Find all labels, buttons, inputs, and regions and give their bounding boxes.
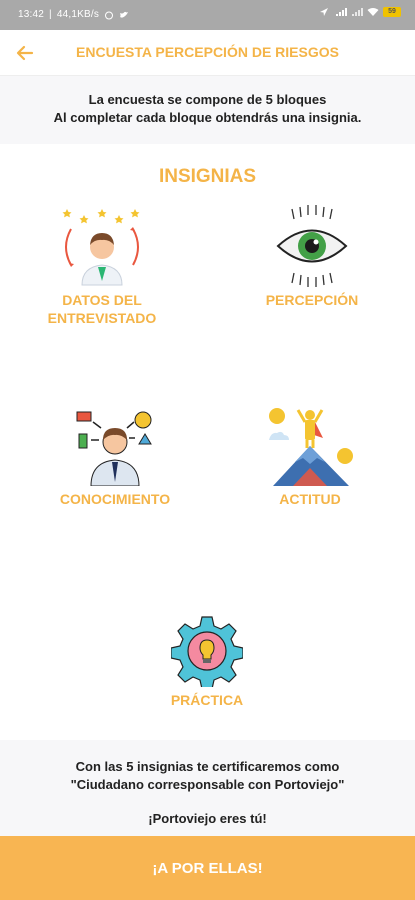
badge-percepcion[interactable]: PERCEPCIÓN [237, 205, 387, 309]
badge-label-2: ENTREVISTADO [47, 310, 157, 326]
interviewee-person-icon [62, 209, 140, 286]
page-title: ENCUESTA PERCEPCIÓN DE RIESGOS [76, 44, 339, 60]
certification-line-2: "Ciudadano corresponsable con Portoviejo… [70, 777, 345, 792]
badge-practica[interactable]: PRÁCTICA [132, 615, 282, 709]
certification-line-1: Con las 5 insignias te certificaremos co… [75, 759, 340, 774]
intro-line-1: La encuesta se compone de 5 bloques [88, 92, 327, 107]
wifi-icon [367, 7, 379, 17]
gear-bulb-icon [171, 616, 243, 687]
badge-conocimiento[interactable]: CONOCIMIENTO [40, 406, 190, 508]
badge-actitud[interactable]: ACTITUD [235, 406, 385, 508]
badge-label: PRÁCTICA [170, 692, 244, 708]
badge-label: DATOS DEL [62, 292, 142, 308]
status-time: 13:42 [18, 9, 45, 20]
intro-line-2: Al completar cada bloque obtendrás una i… [53, 110, 362, 125]
thinking-person-icon [76, 411, 152, 486]
battery-icon: 59 [383, 7, 401, 17]
signal-2-icon [351, 7, 363, 17]
location-icon [319, 7, 329, 17]
app-bar: ENCUESTA PERCEPCIÓN DE RIESGOS [0, 30, 415, 76]
status-net-speed: 44,1KB/s [56, 9, 100, 20]
twitter-icon [119, 10, 129, 20]
badge-label: ACTITUD [279, 491, 341, 507]
certification-panel: Con las 5 insignias te certificaremos co… [0, 740, 415, 836]
slogan: ¡Portoviejo eres tú! [148, 811, 267, 826]
intro-panel: La encuesta se compone de 5 bloques Al c… [0, 76, 415, 144]
status-bar: 13:42 | 44,1KB/s 59 [0, 0, 415, 30]
alarm-icon [104, 10, 114, 20]
start-button[interactable]: ¡A POR ELLAS! [0, 836, 415, 900]
badge-label: CONOCIMIENTO [59, 491, 171, 507]
signal-icon [335, 7, 347, 17]
badges-title: INSIGNIAS [158, 166, 257, 187]
mountain-hero-icon [269, 408, 353, 486]
eye-icon [276, 205, 348, 287]
badge-label: PERCEPCIÓN [265, 292, 359, 308]
badge-datos-entrevistado[interactable]: DATOS DEL ENTREVISTADO [27, 207, 177, 327]
